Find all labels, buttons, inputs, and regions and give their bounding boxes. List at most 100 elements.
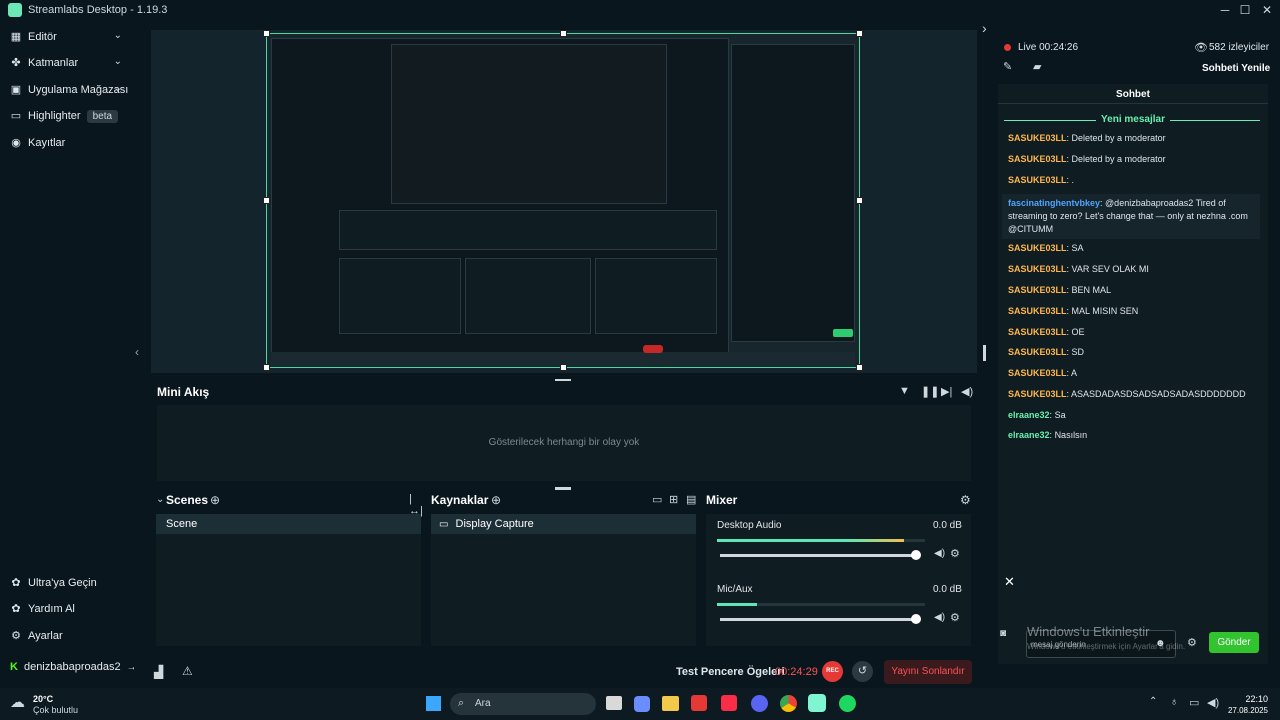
minimize-icon[interactable]: ─ [1216, 2, 1234, 18]
add-scene-icon[interactable]: ⊕ [210, 493, 220, 507]
speaker-icon[interactable]: ◀) [934, 612, 945, 623]
sources-panel: Kaynaklar ⊕ ▭ ⊞ ▤ ▭ Display Capture [426, 490, 698, 648]
nav-item-settings[interactable]: ⚙ Ayarlar [10, 625, 130, 647]
close-icon[interactable]: ✕ [1004, 574, 1015, 590]
copilot-icon[interactable] [634, 696, 650, 712]
resize-handle[interactable] [856, 30, 863, 37]
chat-username[interactable]: SASUKE03LL [1008, 368, 1067, 378]
file-explorer-icon[interactable] [662, 696, 679, 711]
resize-handle[interactable] [856, 197, 863, 204]
gear-icon[interactable]: ⚙ [1187, 636, 1197, 649]
chevron-down-icon[interactable]: ⌄ [156, 494, 164, 505]
nav-item-account[interactable]: K denizbabaproadas2 →] [10, 656, 139, 678]
skip-icon[interactable]: ▶| [941, 385, 952, 398]
alert-icon[interactable]: ⚠ [182, 664, 193, 678]
discord-icon[interactable] [751, 695, 768, 712]
folder-icon[interactable]: ▤ [686, 493, 696, 506]
network-icon[interactable]: ▭ [1189, 696, 1199, 709]
camera-icon[interactable]: ▰ [1033, 60, 1041, 73]
chat-username[interactable]: SASUKE03LL [1008, 243, 1067, 253]
chat-text: Sa [1054, 410, 1066, 420]
chevron-down-icon: ⌄ [113, 83, 122, 94]
chat-username[interactable]: SASUKE03LL [1008, 347, 1067, 357]
filter-icon[interactable]: ▼ [899, 385, 910, 397]
chevron-right-icon[interactable]: › [982, 20, 987, 36]
gear-icon[interactable]: ⚙ [960, 493, 971, 507]
maximize-icon[interactable]: ☐ [1236, 2, 1254, 18]
scene-row[interactable]: Scene [156, 514, 421, 534]
stream-preview[interactable] [266, 33, 860, 368]
volume-slider-knob[interactable] [911, 550, 921, 560]
chat-username[interactable]: fascinatinghentvbkey [1008, 198, 1100, 208]
speaker-icon[interactable]: ◀) [934, 548, 945, 559]
stats-icon[interactable]: ▟ [154, 665, 163, 679]
nav-item-recordings[interactable]: ◉ Kayıtlar [10, 132, 130, 154]
send-button[interactable]: Gönder [1209, 632, 1259, 653]
emote-icon[interactable]: ◙ [1000, 628, 1006, 639]
group-icon[interactable]: ⊞ [669, 493, 678, 506]
weather-icon[interactable]: ☁ [10, 693, 25, 711]
chat-username[interactable]: elraane32 [1008, 430, 1050, 440]
chat-username[interactable]: SASUKE03LL [1008, 327, 1067, 337]
chat-username[interactable]: SASUKE03LL [1008, 264, 1067, 274]
refresh-chat-button[interactable]: Sohbeti Yenile [1202, 63, 1270, 74]
resize-handle[interactable] [263, 197, 270, 204]
resize-handle[interactable] [983, 345, 986, 361]
task-view-icon[interactable] [606, 696, 622, 710]
source-label: Display Capture [455, 518, 534, 530]
eye-icon: 👁 [1194, 42, 1208, 54]
chevron-left-icon[interactable]: ‹ [135, 345, 139, 359]
rec-button[interactable]: REC [822, 661, 843, 682]
end-stream-button[interactable]: Yayını Sonlandır [884, 660, 972, 684]
test-widgets-label[interactable]: Test Pencere Ögeleri [676, 666, 785, 678]
edit-icon[interactable]: ✎ [1003, 60, 1012, 73]
nested-rec-badge [643, 345, 663, 353]
app-icon[interactable] [691, 695, 707, 711]
close-window-icon[interactable]: ✕ [1258, 2, 1276, 18]
source-row[interactable]: ▭ Display Capture [431, 514, 696, 534]
chevron-up-icon[interactable]: ⌃ [1149, 696, 1157, 707]
mini-feed-panel: Mini Akış ▼ ❚❚ ▶| ◀) Gösterilecek herhan… [151, 381, 976, 486]
chat-text: ASASDADASDSADSADSADASDDDDDDD [1071, 389, 1246, 399]
resize-handle[interactable] [263, 30, 270, 37]
chat-username[interactable]: SASUKE03LL [1008, 285, 1067, 295]
volume-slider[interactable] [720, 618, 916, 621]
resize-handle[interactable] [263, 364, 270, 371]
resize-handle[interactable] [560, 30, 567, 37]
streamlabs-icon[interactable] [808, 694, 826, 712]
add-source-icon[interactable]: ⊕ [491, 493, 501, 507]
windows-start-icon[interactable] [426, 696, 441, 711]
volume-icon[interactable]: ◀) [961, 385, 973, 398]
chat-username[interactable]: SASUKE03LL [1008, 389, 1067, 399]
resize-handle[interactable] [560, 364, 567, 371]
music-icon[interactable] [721, 695, 737, 711]
gear-icon[interactable]: ⚙ [950, 547, 960, 560]
chat-username[interactable]: SASUKE03LL [1008, 133, 1067, 143]
weather-temp: 20°C [33, 694, 54, 704]
microphone-icon[interactable]: ♁ [1170, 696, 1178, 708]
nav-item-help[interactable]: ✿ Yardım Al [10, 598, 130, 620]
selective-recording-icon[interactable]: ▭ [652, 493, 662, 506]
gear-icon[interactable]: ⚙ [950, 611, 960, 624]
volume-slider-knob[interactable] [911, 614, 921, 624]
nav-item-highlighter[interactable]: ▭ Highlighter beta [10, 105, 130, 127]
taskbar-search[interactable]: ⌕ Ara [450, 693, 596, 715]
replay-buffer-icon[interactable]: ↺ [852, 661, 873, 682]
chat-text: Nasılsın [1054, 430, 1088, 440]
layers-icon: ✤ [11, 57, 21, 69]
nav-item-editor[interactable]: ▦ Editör ⌄ [10, 26, 130, 48]
volume-icon[interactable]: ◀) [1207, 696, 1219, 709]
spotify-icon[interactable] [839, 695, 856, 712]
beta-badge: beta [86, 109, 119, 123]
volume-slider[interactable] [720, 554, 916, 557]
chat-username[interactable]: SASUKE03LL [1008, 154, 1067, 164]
chat-username[interactable]: SASUKE03LL [1008, 175, 1067, 185]
chat-username[interactable]: elraane32 [1008, 410, 1050, 420]
pause-icon[interactable]: ❚❚ [921, 385, 939, 398]
nav-item-app-store[interactable]: ▣ Uygulama Mağazası ⌄ [10, 79, 130, 101]
chrome-icon[interactable] [780, 695, 797, 712]
chat-username[interactable]: SASUKE03LL [1008, 306, 1067, 316]
resize-handle[interactable] [856, 364, 863, 371]
nav-item-layers[interactable]: ✤ Katmanlar ⌄ [10, 52, 130, 74]
nav-item-ultra[interactable]: ✿ Ultra'ya Geçin [10, 572, 130, 594]
